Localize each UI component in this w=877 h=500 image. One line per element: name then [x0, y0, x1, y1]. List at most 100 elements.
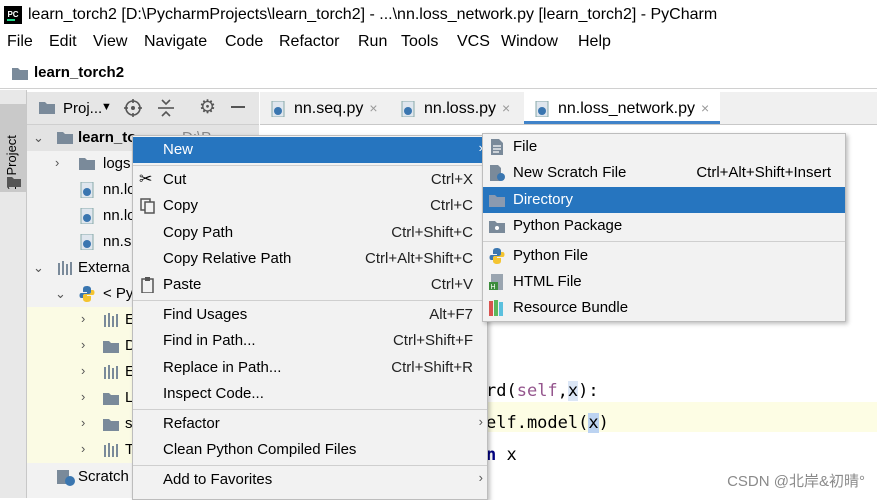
menu-item-label: Directory: [513, 191, 574, 208]
menu-item-shortcut: Ctrl+X: [430, 171, 473, 188]
chevron-right-icon[interactable]: ›: [81, 441, 85, 456]
close-icon[interactable]: ×: [369, 100, 377, 116]
menu-item-shortcut: Alt+F7: [429, 306, 473, 323]
submenu-item-file[interactable]: File: [483, 134, 845, 160]
menu-window[interactable]: Window: [501, 33, 558, 51]
collapse-all-icon[interactable]: [158, 99, 174, 117]
menu-view[interactable]: View: [93, 33, 127, 51]
chevron-right-icon: ›: [478, 470, 483, 485]
folder-icon: [103, 393, 119, 405]
clipboard-icon: [141, 277, 154, 293]
folder-icon: [7, 177, 21, 187]
tab-nn-seq[interactable]: nn.seq.py ×: [260, 92, 388, 124]
library-icon: [104, 313, 118, 327]
menu-item-new[interactable]: New ›: [133, 137, 487, 163]
watermark: CSDN @北岸&初晴°: [727, 473, 865, 490]
menu-item-shortcut: Ctrl+C: [430, 197, 473, 214]
code-token: ,: [557, 381, 568, 401]
submenu-item-directory[interactable]: Directory: [483, 187, 845, 213]
tree-label: nn.lo: [103, 207, 136, 224]
menu-item-copy[interactable]: Copy Ctrl+C: [133, 193, 487, 219]
menu-item-shortcut: Ctrl+V: [430, 276, 473, 293]
tree-label: < Py: [103, 285, 134, 302]
menu-item-label: Inspect Code...: [163, 385, 264, 402]
code-line: n x: [486, 445, 517, 465]
project-panel-header: Proj... ▼ ⚙: [27, 92, 259, 125]
menu-navigate[interactable]: Navigate: [144, 33, 207, 51]
folder-icon: [12, 68, 28, 80]
menu-item-shortcut: Ctrl+Alt+Shift+Insert: [696, 164, 831, 181]
submenu-item-html-file[interactable]: H HTML File: [483, 269, 845, 295]
project-view-selector[interactable]: Proj...: [63, 100, 102, 117]
menu-item-label: New Scratch File: [513, 164, 627, 181]
library-icon: [104, 443, 118, 457]
code-token: x: [588, 413, 599, 433]
close-icon[interactable]: ×: [502, 100, 510, 116]
menu-item-add-to-favorites[interactable]: Add to Favorites ›: [133, 467, 487, 493]
tree-label: logs: [103, 155, 131, 172]
menu-item-copy-relative-path[interactable]: Copy Relative Path Ctrl+Alt+Shift+C: [133, 246, 487, 272]
tab-nn-loss-network[interactable]: nn.loss_network.py ×: [524, 92, 720, 124]
breadcrumb-project[interactable]: learn_torch2: [34, 64, 124, 81]
submenu-item-resource-bundle[interactable]: Resource Bundle: [483, 295, 845, 321]
menu-item-label: Copy Relative Path: [163, 250, 292, 267]
menu-item-label: New: [163, 141, 194, 158]
menu-item-find-usages[interactable]: Find Usages Alt+F7: [133, 302, 487, 328]
submenu-item-new-scratch-file[interactable]: New Scratch File Ctrl+Alt+Shift+Insert: [483, 160, 845, 186]
menu-item-label: HTML File: [513, 273, 582, 290]
submenu-item-python-package[interactable]: Python Package: [483, 213, 845, 239]
title-bar: PC learn_torch2 [D:\PycharmProjects\lear…: [0, 0, 877, 30]
menu-vcs[interactable]: VCS: [457, 33, 490, 51]
menu-item-replace-in-path[interactable]: Replace in Path... Ctrl+Shift+R: [133, 355, 487, 381]
code-token: self: [516, 381, 558, 401]
menu-file[interactable]: File: [7, 33, 33, 51]
menu-tools[interactable]: Tools: [401, 33, 438, 51]
menu-bar: File Edit View Navigate Code Refactor Ru…: [0, 30, 877, 56]
menu-code[interactable]: Code: [225, 33, 263, 51]
menu-item-refactor[interactable]: Refactor ›: [133, 411, 487, 437]
menu-item-copy-path[interactable]: Copy Path Ctrl+Shift+C: [133, 220, 487, 246]
minimize-icon[interactable]: [231, 106, 245, 108]
window-title: learn_torch2 [D:\PycharmProjects\learn_t…: [28, 6, 718, 23]
package-icon: [489, 221, 505, 233]
submenu-item-python-file[interactable]: Python File: [483, 243, 845, 269]
menu-item-paste[interactable]: Paste Ctrl+V: [133, 272, 487, 298]
close-icon[interactable]: ×: [701, 100, 709, 116]
chevron-right-icon[interactable]: ›: [81, 311, 85, 326]
file-icon: [491, 139, 503, 155]
menu-help[interactable]: Help: [578, 33, 611, 51]
chevron-right-icon[interactable]: ›: [81, 415, 85, 430]
menu-edit[interactable]: Edit: [49, 33, 77, 51]
menu-refactor[interactable]: Refactor: [279, 33, 339, 51]
folder-icon: [39, 102, 55, 114]
chevron-right-icon[interactable]: ›: [81, 363, 85, 378]
python-file-icon: [535, 101, 549, 117]
tab-nn-loss[interactable]: nn.loss.py ×: [390, 92, 522, 124]
menu-item-cut[interactable]: ✂ Cut Ctrl+X: [133, 167, 487, 193]
menu-item-label: File: [513, 138, 538, 155]
menu-item-clean-compiled[interactable]: Clean Python Compiled Files: [133, 437, 487, 463]
chevron-down-icon[interactable]: ⌄: [33, 260, 44, 276]
tool-window-strip: 1: Project: [0, 90, 27, 498]
tree-label: nn.lo: [103, 181, 136, 198]
scratch-file-icon: [490, 165, 505, 181]
chevron-right-icon[interactable]: ›: [55, 155, 59, 170]
chevron-right-icon: ›: [478, 414, 483, 429]
target-icon[interactable]: [124, 99, 142, 117]
chevron-down-icon[interactable]: ⌄: [55, 286, 66, 302]
gear-icon[interactable]: ⚙: [199, 96, 216, 119]
chevron-down-icon[interactable]: ⌄: [33, 130, 44, 146]
menu-item-find-in-path[interactable]: Find in Path... Ctrl+Shift+F: [133, 328, 487, 354]
menu-item-inspect-code[interactable]: Inspect Code...: [133, 381, 487, 407]
chevron-right-icon[interactable]: ›: [81, 389, 85, 404]
chevron-right-icon[interactable]: ›: [81, 337, 85, 352]
tab-label: nn.loss_network.py: [558, 100, 695, 117]
folder-icon: [103, 419, 119, 431]
menu-item-label: Python File: [513, 247, 589, 264]
library-icon: [104, 365, 118, 379]
python-file-icon: [80, 182, 94, 198]
chevron-down-icon[interactable]: ▼: [101, 101, 112, 113]
menu-item-label: Clean Python Compiled Files: [163, 441, 357, 458]
menu-item-label: Find Usages: [163, 306, 248, 323]
menu-run[interactable]: Run: [358, 33, 387, 51]
